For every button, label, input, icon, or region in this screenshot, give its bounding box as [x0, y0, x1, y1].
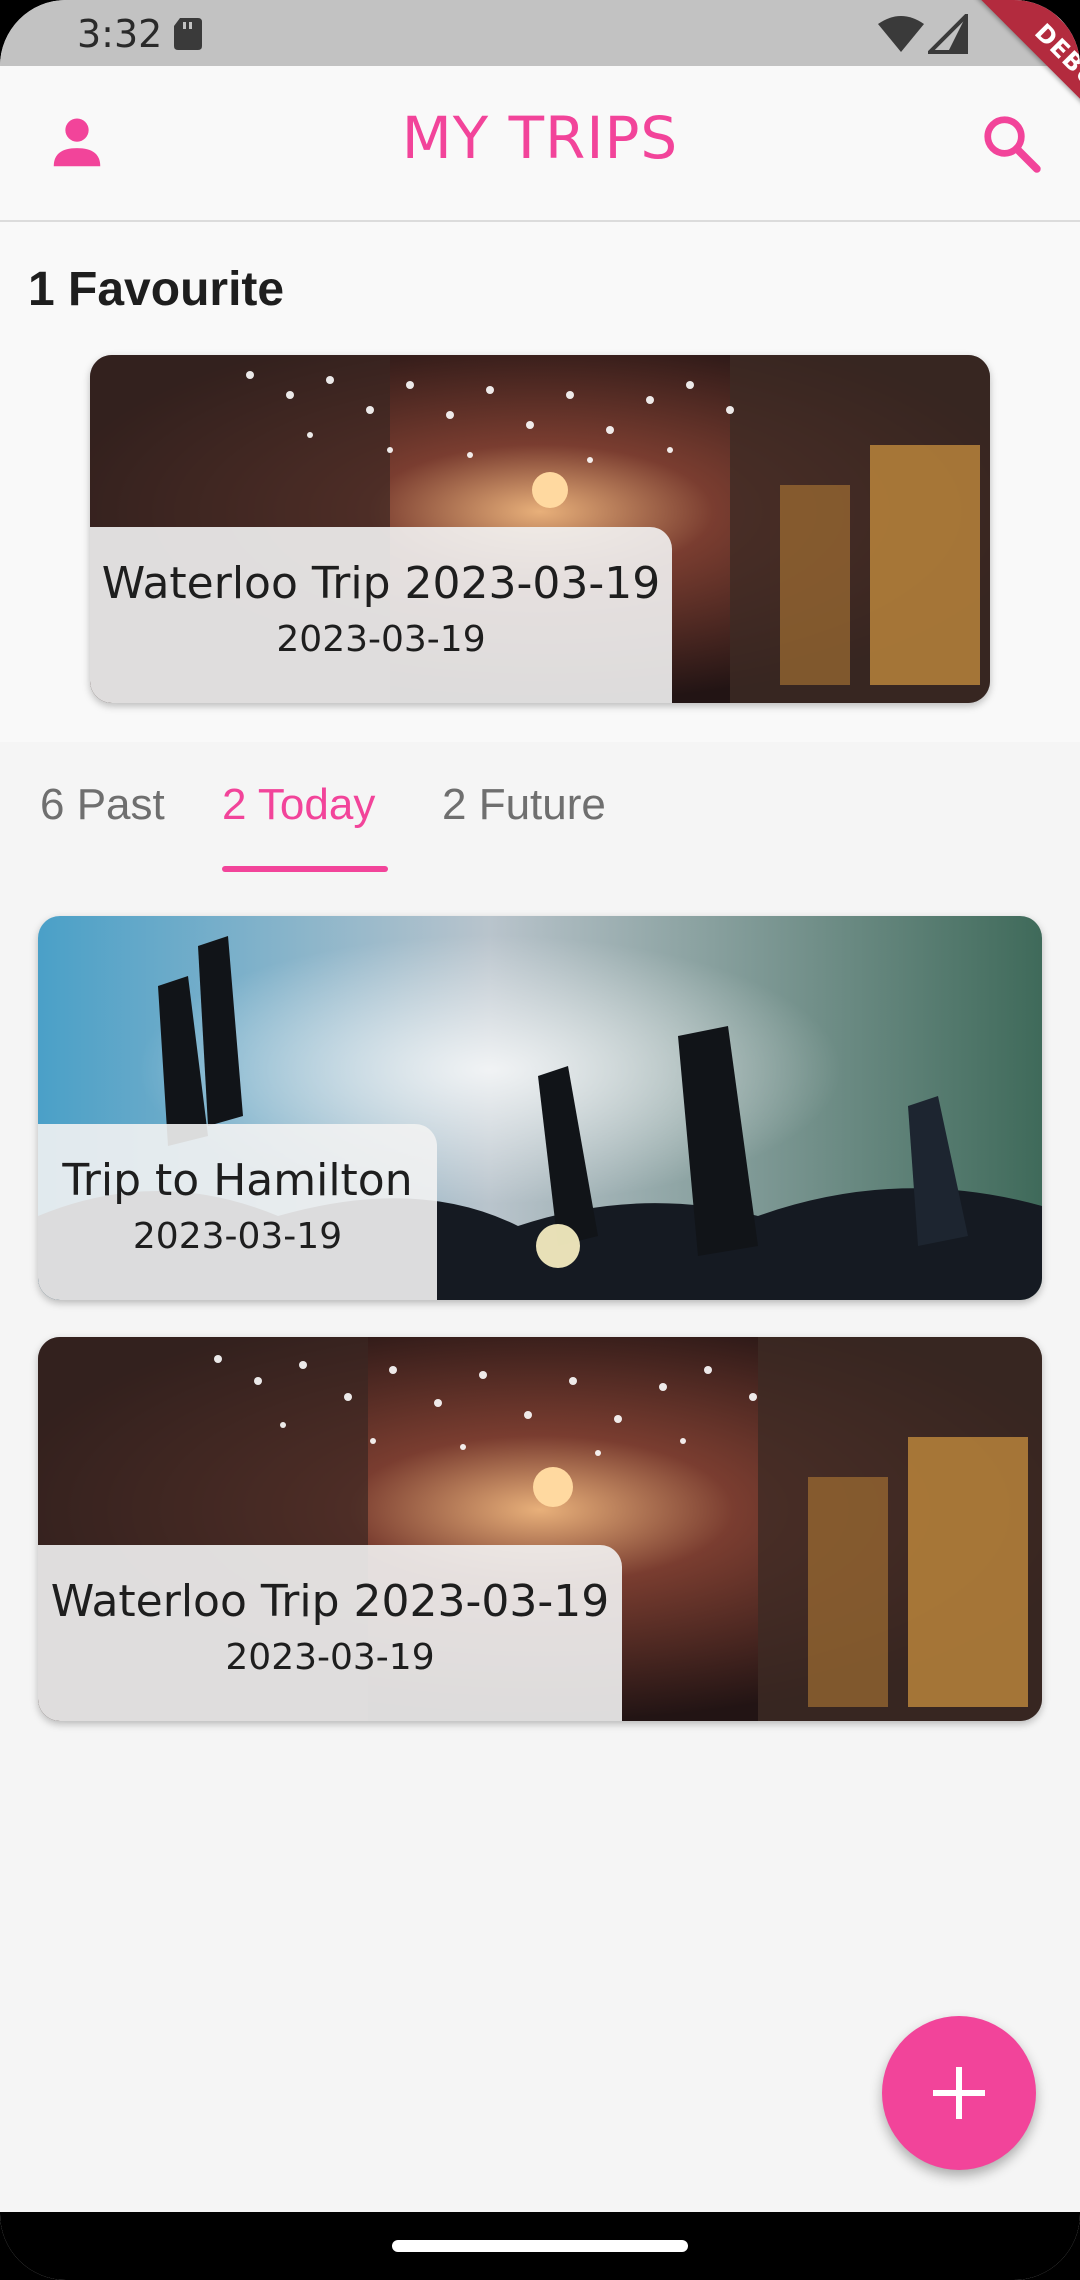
search-icon[interactable] [980, 112, 1042, 174]
home-handle[interactable] [392, 2240, 688, 2252]
signal-icon [928, 14, 968, 54]
card-date: 2023-03-19 [132, 1216, 343, 1257]
card-label: Waterloo Trip 2023-03-19 2023-03-19 [38, 1545, 622, 1721]
tab-today[interactable]: 2 Today [222, 780, 375, 830]
tab-past[interactable]: 6 Past [40, 780, 165, 830]
card-title: Waterloo Trip 2023-03-19 [50, 1576, 610, 1627]
app-bar: MY TRIPS [0, 66, 1080, 222]
sd-card-icon [174, 18, 202, 50]
add-icon [933, 2067, 985, 2119]
tab-indicator [222, 866, 388, 872]
card-label: Waterloo Trip 2023-03-19 2023-03-19 [90, 527, 672, 703]
add-trip-button[interactable] [882, 2016, 1036, 2170]
card-date: 2023-03-19 [276, 619, 486, 660]
favourite-trip-card[interactable]: Waterloo Trip 2023-03-19 2023-03-19 [90, 355, 990, 703]
card-date: 2023-03-19 [225, 1637, 435, 1678]
status-time: 3:32 [77, 12, 163, 56]
card-title: Trip to Hamilton [62, 1155, 413, 1206]
status-bar: 3:32 [0, 0, 1080, 66]
tab-bar: 6 Past 2 Today 2 Future [0, 766, 1080, 876]
trip-card-waterloo[interactable]: Waterloo Trip 2023-03-19 2023-03-19 [38, 1337, 1042, 1721]
trip-card-hamilton[interactable]: Trip to Hamilton 2023-03-19 [38, 916, 1042, 1300]
app-screen: 3:32 DEBUG MY TRIPS 1 Favourite Waterloo… [0, 0, 1080, 2280]
card-title: Waterloo Trip 2023-03-19 [101, 558, 661, 609]
wifi-icon [878, 16, 924, 52]
favourites-heading: 1 Favourite [28, 263, 285, 316]
card-label: Trip to Hamilton 2023-03-19 [38, 1124, 437, 1300]
page-title: MY TRIPS [401, 104, 679, 172]
navigation-bar [0, 2212, 1080, 2280]
tab-future[interactable]: 2 Future [442, 780, 606, 830]
